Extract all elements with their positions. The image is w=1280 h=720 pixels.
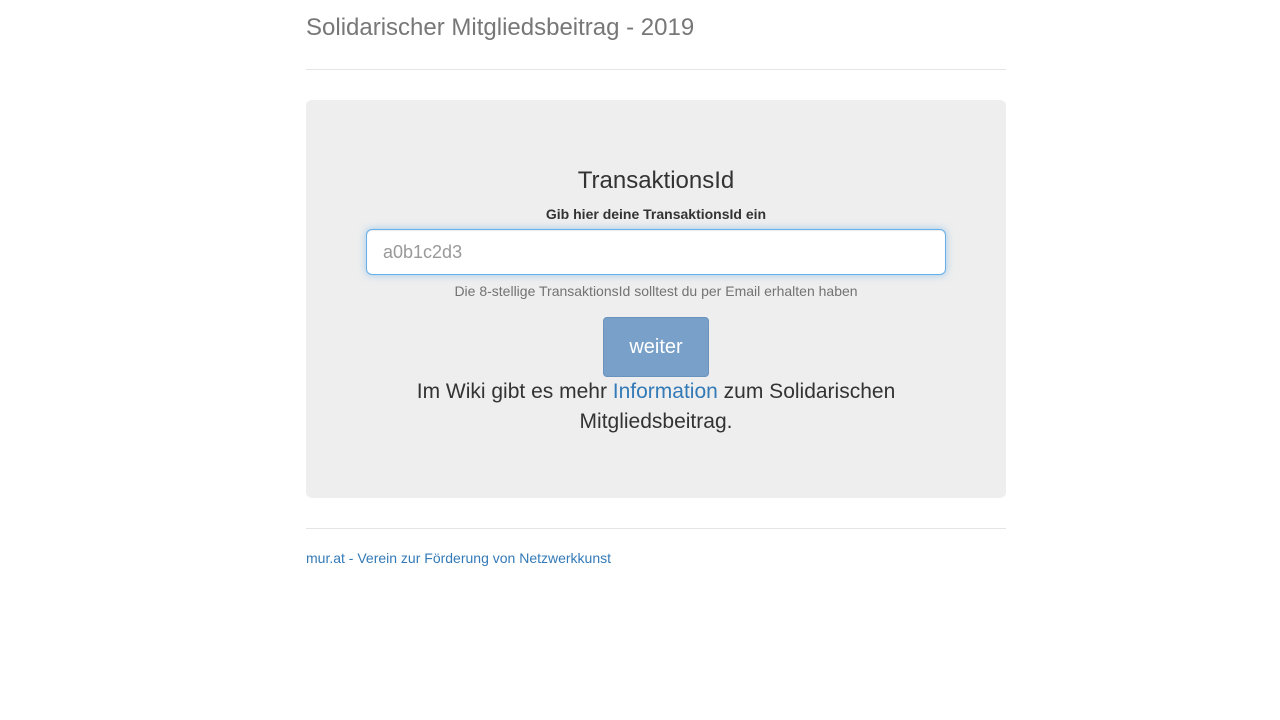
wiki-info-text: Im Wiki gibt es mehr Information zum Sol… <box>396 377 916 437</box>
transaction-form: TransaktionsId Gib hier deine Transaktio… <box>306 166 1006 377</box>
transaction-id-help: Die 8-stellige TransaktionsId solltest d… <box>454 283 858 299</box>
weiter-button[interactable]: weiter <box>603 317 709 377</box>
page-footer: mur.at - Verein zur Förderung von Netzwe… <box>306 528 1006 568</box>
input-wrapper <box>366 229 946 275</box>
transaction-id-label: Gib hier deine TransaktionsId ein <box>545 206 767 222</box>
page-header: Solidarischer Mitgliedsbeitrag - 2019 <box>306 0 1006 70</box>
form-heading: TransaktionsId <box>577 167 735 194</box>
transaction-id-input[interactable] <box>366 229 946 275</box>
footer-link-murat[interactable]: mur.at - Verein zur Förderung von Netzwe… <box>306 550 611 566</box>
transaction-panel: TransaktionsId Gib hier deine Transaktio… <box>306 100 1006 498</box>
page-container: Solidarischer Mitgliedsbeitrag - 2019 Tr… <box>306 0 1006 568</box>
page-title: Solidarischer Mitgliedsbeitrag - 2019 <box>306 14 695 41</box>
wiki-info-prefix: Im Wiki gibt es mehr <box>416 380 613 403</box>
wiki-information-link[interactable]: Information <box>613 380 718 403</box>
